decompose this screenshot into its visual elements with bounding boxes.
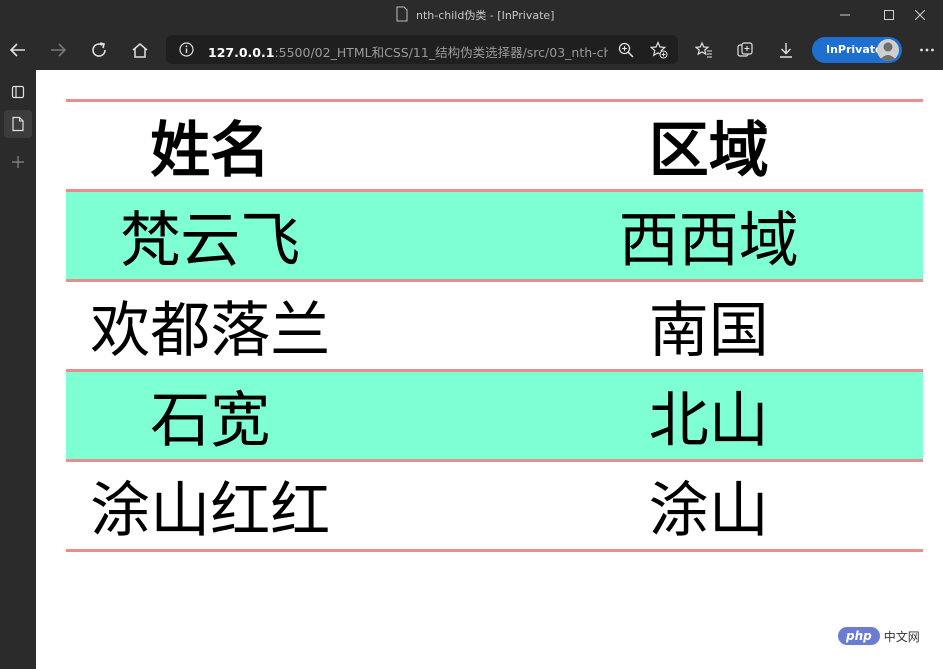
favorites-button[interactable]: [690, 36, 718, 64]
window-title: nth-child伪类 - [InPrivate]: [416, 9, 555, 22]
plus-icon: [12, 156, 24, 168]
more-icon: [920, 48, 934, 52]
minimize-button[interactable]: [822, 0, 868, 30]
zoom-icon[interactable]: [618, 42, 634, 58]
cell-name: 欢都落兰: [90, 296, 331, 366]
home-button[interactable]: [126, 36, 154, 64]
cell-region: 南国: [648, 296, 769, 366]
arrow-right-icon: [51, 43, 67, 57]
inprivate-label: InPrivate: [826, 43, 883, 56]
header-name: 姓名: [150, 116, 271, 186]
document-icon: [12, 116, 24, 132]
refresh-icon: [92, 42, 106, 57]
vertical-tabs-sidebar: [0, 70, 36, 669]
tab-nth-child[interactable]: [4, 110, 32, 138]
table-row: 涂山红红 涂山: [66, 460, 923, 551]
collections-button[interactable]: [731, 36, 759, 64]
downloads-button[interactable]: [772, 36, 800, 64]
address-host: 127.0.0.1: [208, 45, 275, 60]
add-favorite-icon[interactable]: [650, 41, 668, 59]
more-button[interactable]: [913, 36, 941, 64]
tab-actions-button[interactable]: [4, 78, 32, 106]
cell-region: 北山: [648, 386, 769, 456]
tab-actions-icon: [11, 85, 25, 99]
table-row: 欢都落兰 南国: [66, 280, 923, 371]
cell-region: 涂山: [648, 476, 769, 546]
cell-name: 梵云飞: [120, 206, 301, 276]
address-bar[interactable]: 127.0.0.1:5500/02_HTML和CSS/11_结构伪类选择器/sr…: [166, 35, 678, 64]
home-icon: [132, 43, 148, 58]
inprivate-button[interactable]: InPrivate: [812, 37, 902, 63]
avatar-icon: [879, 42, 897, 61]
favorites-icon: [695, 41, 712, 58]
watermark-text: 中文网: [883, 629, 920, 644]
close-icon: [915, 10, 925, 20]
maximize-icon: [884, 10, 894, 20]
back-button[interactable]: [4, 36, 32, 64]
page-content: 姓名 区域 梵云飞 西西域 欢都落兰 南国 石宽 北山 涂山红红 涂山: [36, 70, 943, 669]
table-header-row: 姓名 区域: [66, 100, 923, 191]
arrow-left-icon: [9, 43, 25, 57]
watermark: php 中文网: [838, 624, 920, 648]
cell-name: 涂山红红: [90, 476, 331, 546]
minimize-icon: [840, 14, 850, 16]
refresh-button[interactable]: [85, 36, 113, 64]
cell-region: 西西域: [618, 206, 799, 276]
close-button[interactable]: [897, 0, 943, 30]
table-row: 石宽 北山: [66, 370, 923, 461]
address-url[interactable]: 127.0.0.1:5500/02_HTML和CSS/11_结构伪类选择器/sr…: [208, 42, 608, 61]
watermark-logo: php: [838, 627, 880, 645]
header-region: 区域: [648, 116, 769, 186]
cell-name: 石宽: [150, 386, 271, 456]
title-bar: nth-child伪类 - [InPrivate]: [0, 0, 943, 30]
avatar: [877, 39, 899, 61]
document-icon: [396, 6, 408, 22]
forward-button[interactable]: [44, 36, 72, 64]
download-icon: [780, 43, 792, 58]
info-icon[interactable]: [179, 42, 194, 57]
browser-toolbar: 127.0.0.1:5500/02_HTML和CSS/11_结构伪类选择器/sr…: [0, 30, 943, 70]
address-path: :5500/02_HTML和CSS/11_结构伪类选择器/src/03_nth-…: [274, 45, 608, 60]
collections-icon: [737, 42, 753, 57]
new-tab-button[interactable]: [4, 148, 32, 176]
data-table: 姓名 区域 梵云飞 西西域 欢都落兰 南国 石宽 北山 涂山红红 涂山: [66, 99, 923, 552]
table-row: 梵云飞 西西域: [66, 190, 923, 281]
